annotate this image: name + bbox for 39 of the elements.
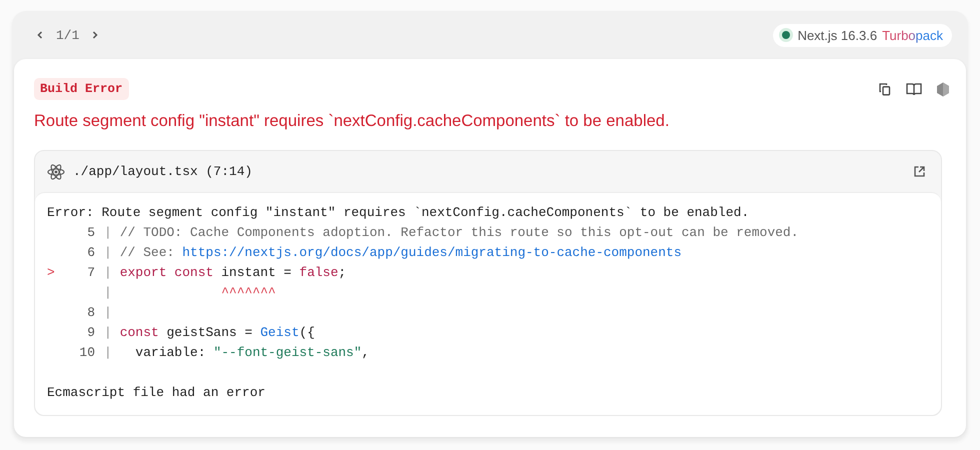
line-number: 10	[79, 344, 95, 362]
code-line: // TODO: Cache Components adoption. Refactor this route so this opt-out can be removed.	[120, 224, 799, 242]
gutter-divider: |	[104, 344, 112, 362]
hexagon-icon	[936, 82, 950, 96]
status-dot	[782, 31, 790, 39]
file-path: ./app/layout.tsx (7:14)	[73, 164, 254, 179]
line-number: 6	[87, 244, 95, 262]
copy-icon	[878, 82, 892, 96]
book-icon	[906, 82, 922, 96]
gutter-divider: |	[104, 244, 112, 262]
error-message: Route segment config "instant" requires `nextConfig.cacheComponents` to be enabled.	[34, 112, 670, 131]
chevron-right-icon	[90, 30, 100, 40]
node-button[interactable]	[934, 80, 952, 98]
gutter-divider: |	[104, 284, 112, 302]
gutter-divider: |	[104, 264, 112, 282]
external-link-icon	[914, 166, 925, 177]
line-number: 8	[87, 304, 95, 322]
code-line: // See: https://nextjs.org/docs/app/guides/migrating-to-cache-components	[120, 244, 682, 262]
atom-icon	[47, 162, 65, 180]
gutter-divider: |	[104, 224, 112, 242]
error-summary: Ecmascript file had an error	[47, 384, 266, 402]
gutter-divider: |	[104, 324, 112, 342]
version-badge[interactable]: Next.js 16.3.6 Turbopack	[772, 24, 952, 46]
line-number: 9	[87, 324, 95, 342]
open-in-editor-button[interactable]	[912, 164, 927, 179]
chevron-left-icon	[35, 30, 45, 40]
code-line: ^^^^^^^	[220, 284, 276, 302]
error-type-badge: Build Error	[34, 78, 129, 100]
line-number: 5	[87, 224, 95, 242]
bundler-label: Turbopack	[882, 28, 943, 42]
page-counter: 1/1	[56, 28, 80, 42]
line-number: 7	[87, 264, 95, 282]
error-line-marker: >	[47, 265, 55, 280]
code-line: export const instant = false;	[120, 264, 346, 282]
error-output: Error: Route segment config "instant" requires `nextConfig.cacheComponents` to be enabled.	[47, 204, 750, 222]
code-line: const geistSans = Geist({	[120, 324, 315, 342]
code-line: variable: "--font-geist-sans",	[134, 344, 370, 362]
gutter-divider: |	[104, 304, 112, 322]
version-label: Next.js 16.3.6	[798, 28, 878, 42]
